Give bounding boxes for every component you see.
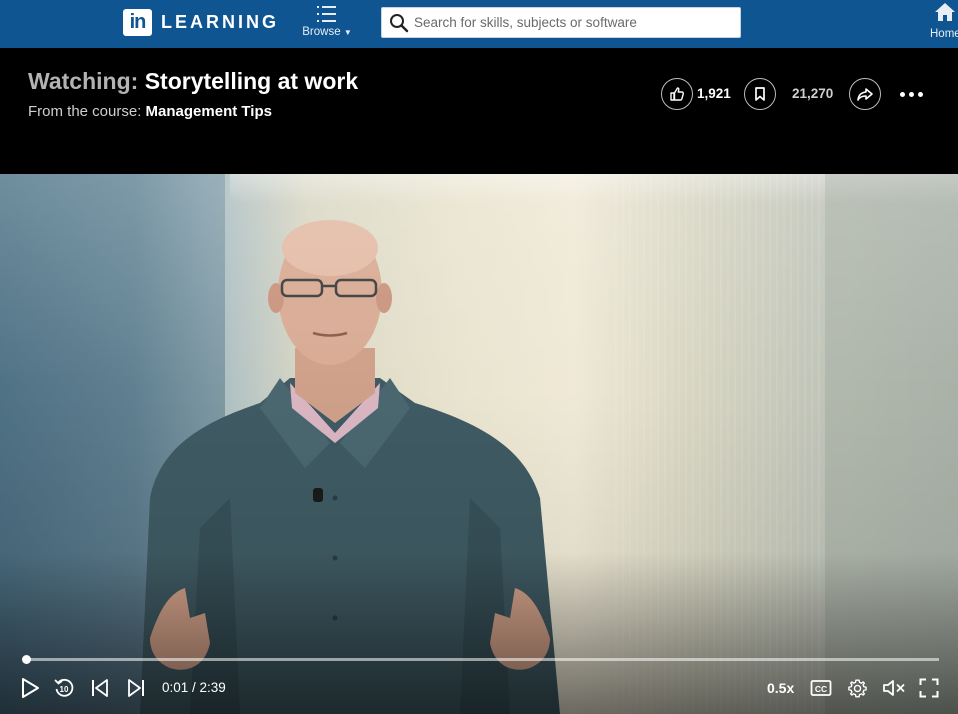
like-count: 1,921 [697,86,731,101]
previous-button[interactable] [88,676,112,700]
fullscreen-icon [919,678,939,698]
share-icon [857,88,873,101]
svg-text:10: 10 [60,685,69,694]
search-input[interactable] [414,8,740,37]
search-bar [381,7,741,38]
home-button[interactable]: Home [930,2,958,40]
closed-captions-icon: CC [810,680,832,696]
play-button[interactable] [18,676,42,700]
share-button[interactable] [849,78,881,110]
logo-mark: in [123,9,152,36]
previous-icon [92,679,108,697]
list-menu-icon [317,6,336,22]
mute-button[interactable] [881,676,907,700]
search-icon[interactable] [384,8,414,38]
playback-speed-button[interactable]: 0.5x [767,680,794,696]
watch-header: Watching: Storytelling at work From the … [0,48,958,174]
top-nav: in LEARNING Browse ▼ Home [0,0,958,48]
settings-button[interactable] [845,676,869,700]
video-actions: 1,921 21,270 [0,78,958,112]
thumbs-up-icon [670,87,684,101]
replay-10-icon: 10 [54,678,74,697]
next-icon [128,679,144,697]
video-player[interactable] [0,174,958,714]
browse-label: Browse [302,26,341,38]
save-button[interactable] [744,78,776,110]
svg-text:CC: CC [815,684,827,694]
like-button[interactable] [661,78,693,110]
browse-button[interactable]: Browse ▼ [300,4,354,38]
progress-bar[interactable] [22,655,939,664]
replay-10-button[interactable]: 10 [52,676,76,700]
home-label: Home [930,28,958,40]
more-horizontal-icon [900,92,905,97]
save-count: 21,270 [792,86,834,101]
fullscreen-button[interactable] [917,676,941,700]
time-display: 0:01 / 2:39 [162,680,226,695]
settings-icon [847,678,867,698]
progress-scrubber[interactable] [22,655,31,664]
linkedin-learning-logo[interactable]: in LEARNING [123,9,279,36]
logo-text: LEARNING [161,12,279,32]
more-options-button[interactable] [900,92,923,97]
closed-captions-button[interactable]: CC [808,676,834,700]
caret-down-icon: ▼ [343,28,352,37]
home-icon [935,3,956,21]
next-button[interactable] [124,676,148,700]
bookmark-icon [755,87,765,101]
mute-icon [883,680,905,696]
play-icon [22,678,39,698]
